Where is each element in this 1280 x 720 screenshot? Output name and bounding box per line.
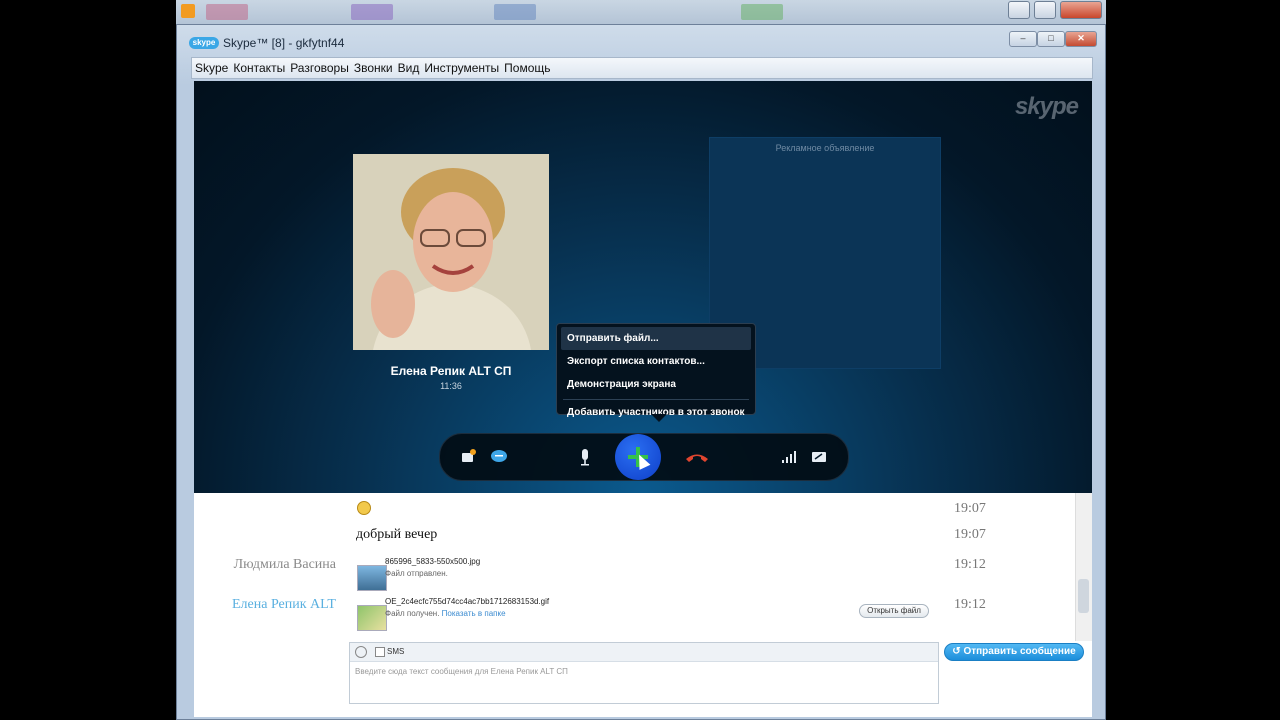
call-quality-icon[interactable]: [780, 448, 798, 466]
menu-export-contacts[interactable]: Экспорт списка контактов...: [561, 350, 751, 373]
contact-avatar: [353, 154, 549, 350]
maximize-button[interactable]: □: [1037, 31, 1065, 47]
desktop-thumbnail: [351, 4, 393, 20]
outer-close-button[interactable]: [1060, 1, 1102, 19]
window-title: Skype™ [8] - gkfytnf44: [223, 36, 345, 50]
menu-bar: Skype Контакты Разговоры Звонки Вид Инструмен…: [191, 57, 1093, 79]
file-name: OE_2c4ecfc755d74cc4ac7bb1712683153d.gif: [385, 597, 550, 606]
chat-bubble-icon[interactable]: [490, 448, 508, 466]
smile-glasses-icon: [357, 501, 371, 515]
message-time: 19:12: [954, 557, 986, 572]
chat-history: 19:07 добрый вечер 19:07 Людмила Васина …: [194, 493, 1092, 641]
message-input-area: SMS Введите сюда текст сообщения для Еле…: [194, 641, 1092, 717]
open-file-button[interactable]: Открыть файл: [859, 604, 929, 618]
title-bar: skype Skype™ [8] - gkfytnf44 – □ ✕: [177, 25, 1105, 57]
ad-label: Рекламное объявление: [775, 143, 875, 153]
message-sender[interactable]: Людмила Васина: [194, 557, 336, 573]
file-name: 865996_5833-550x500.jpg: [385, 557, 481, 566]
input-placeholder: Введите сюда текст сообщения для Елена Р…: [355, 667, 568, 676]
skype-logo-icon: skype: [189, 37, 219, 49]
hang-up-icon[interactable]: [684, 448, 710, 466]
menu-help[interactable]: Помощь: [501, 58, 552, 75]
desktop-app-icon: [181, 4, 195, 18]
message-text: добрый вечер: [356, 527, 438, 542]
menu-conversations[interactable]: Разговоры: [287, 58, 351, 75]
file-status-text: Файл получен.: [385, 609, 440, 618]
send-icon: ↺: [952, 646, 964, 657]
menu-screen-share[interactable]: Демонстрация экрана: [561, 373, 751, 396]
menu-skype[interactable]: Skype: [192, 58, 230, 75]
send-label: Отправить сообщение: [963, 646, 1076, 657]
file-thumbnail[interactable]: [357, 605, 387, 631]
desktop-taskbar-strip: [176, 0, 1106, 25]
skype-window: skype Skype™ [8] - gkfytnf44 – □ ✕ Skype…: [176, 24, 1106, 720]
sms-label: SMS: [387, 647, 405, 656]
call-duration: 11:36: [440, 381, 462, 391]
show-in-folder-link[interactable]: Показать в папке: [442, 609, 506, 618]
chat-scrollbar[interactable]: [1075, 493, 1092, 641]
call-contact-name: Елена Репик ALT СП: [390, 364, 512, 378]
send-message-button[interactable]: ↺ Отправить сообщение: [944, 643, 1084, 661]
file-thumbnail[interactable]: [357, 565, 387, 591]
message-sender[interactable]: Елена Репик ALT: [194, 597, 336, 613]
input-toolbar: SMS: [350, 643, 938, 662]
add-menu-popup: Отправить файл... Экспорт списка контакт…: [556, 323, 756, 422]
microphone-icon[interactable]: [576, 448, 594, 466]
scrollbar-thumb[interactable]: [1078, 579, 1089, 613]
desktop-thumbnail: [741, 4, 783, 20]
message-input[interactable]: SMS Введите сюда текст сообщения для Еле…: [349, 642, 939, 704]
menu-send-file[interactable]: Отправить файл...: [561, 327, 751, 350]
emoticon-icon[interactable]: [355, 646, 367, 658]
menu-calls[interactable]: Звонки: [351, 58, 395, 75]
sms-checkbox[interactable]: [375, 647, 385, 657]
menu-contacts[interactable]: Контакты: [230, 58, 287, 75]
menu-tools[interactable]: Инструменты: [421, 58, 501, 75]
outer-minimize-button[interactable]: [1008, 1, 1030, 19]
desktop-thumbnail: [494, 4, 536, 20]
file-status: Файл отправлен.: [385, 569, 448, 578]
popup-pointer: [651, 414, 667, 422]
minimize-button[interactable]: –: [1009, 31, 1037, 47]
desktop-thumbnail: [206, 4, 248, 20]
message-time: 19:07: [954, 527, 986, 542]
menu-separator: [563, 399, 749, 400]
call-stage: skype Елена Репик ALT СП 11:36 Рекламное…: [194, 81, 1092, 493]
skype-watermark: skype: [1014, 93, 1079, 120]
outer-maximize-button[interactable]: [1034, 1, 1056, 19]
video-camera-icon[interactable]: [460, 448, 478, 466]
file-status: Файл получен. Показать в папке: [385, 609, 506, 618]
fullscreen-icon[interactable]: [810, 448, 828, 466]
close-button[interactable]: ✕: [1065, 31, 1097, 47]
contact-photo: [353, 154, 549, 350]
message-time: 19:12: [954, 597, 986, 612]
menu-view[interactable]: Вид: [395, 58, 422, 75]
message-time: 19:07: [954, 501, 986, 516]
